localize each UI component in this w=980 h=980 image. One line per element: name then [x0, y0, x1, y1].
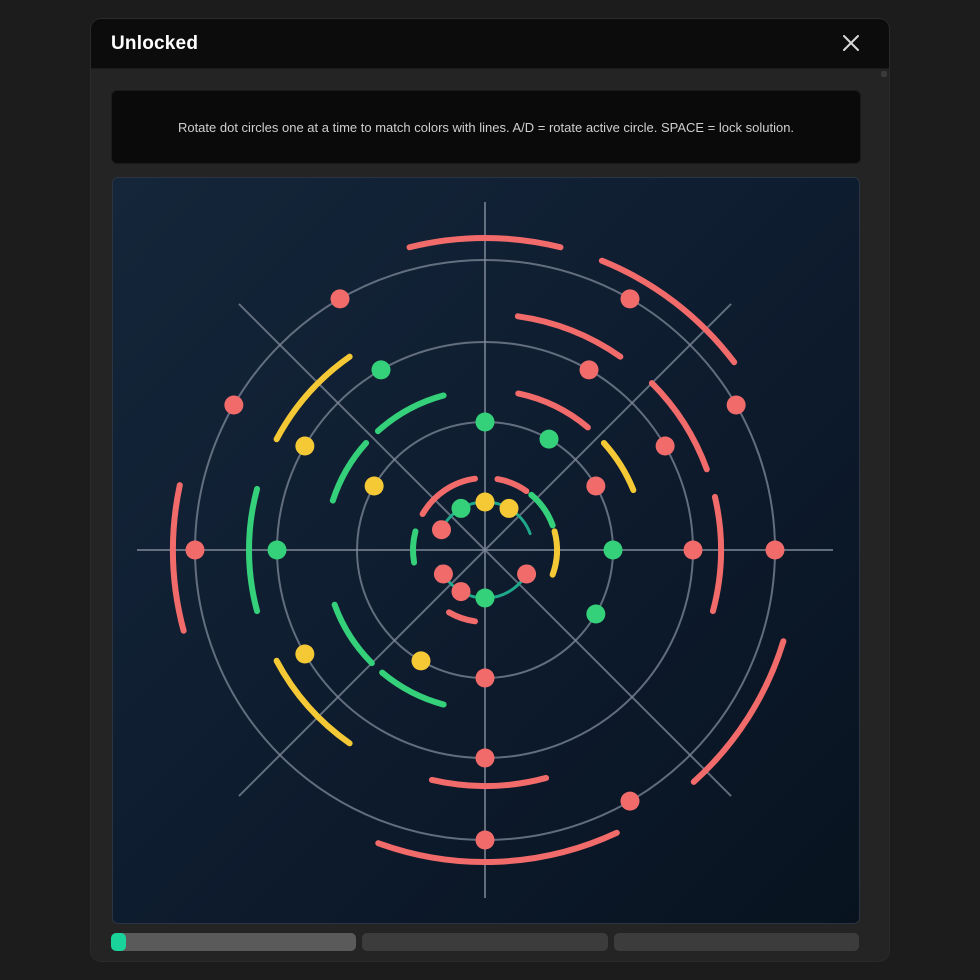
close-icon [843, 35, 859, 51]
progress-segment [111, 933, 357, 951]
color-line-arc [331, 601, 375, 667]
color-line-arc [515, 390, 591, 431]
color-line-arc [598, 257, 738, 366]
color-dot[interactable] [620, 791, 640, 811]
color-line-arc [709, 493, 724, 615]
puzzle-modal: Unlocked Rotate dot circles one at a tim… [91, 19, 889, 961]
color-line-arc [410, 528, 419, 566]
instructions-text: Rotate dot circles one at a time to matc… [177, 119, 795, 135]
color-dot[interactable] [364, 476, 384, 496]
puzzle-board[interactable] [112, 177, 860, 924]
color-dot[interactable] [475, 412, 495, 432]
color-dot[interactable] [295, 436, 315, 456]
color-dot[interactable] [475, 668, 495, 688]
color-dot[interactable] [451, 582, 471, 602]
color-line-arc [690, 638, 787, 785]
puzzle-canvas[interactable] [113, 178, 859, 923]
color-dot[interactable] [475, 588, 495, 608]
color-dot[interactable] [475, 830, 495, 850]
color-dot[interactable] [295, 644, 315, 664]
color-line-arc [273, 353, 353, 443]
color-line-arc [446, 609, 478, 625]
color-dot[interactable] [499, 498, 519, 518]
color-line-arc [273, 657, 353, 747]
progress-segment [613, 933, 859, 951]
color-line-arc [374, 392, 447, 435]
color-dot[interactable] [539, 429, 559, 449]
color-dot[interactable] [655, 436, 675, 456]
color-line-arc [375, 829, 620, 865]
color-line-arc [549, 528, 560, 578]
close-button[interactable] [841, 33, 861, 53]
color-line-arc [600, 439, 637, 494]
modal-header: Unlocked [91, 19, 889, 69]
color-line-arc [329, 439, 370, 504]
color-line-arc [494, 476, 530, 495]
progress-segment [362, 933, 608, 951]
color-dot[interactable] [579, 360, 599, 380]
color-dot[interactable] [431, 520, 451, 540]
color-dot[interactable] [620, 289, 640, 309]
color-line-arc [514, 313, 624, 360]
color-dot[interactable] [586, 476, 606, 496]
color-line-arc [428, 774, 550, 789]
progress-bar [111, 933, 859, 951]
color-dot[interactable] [475, 492, 495, 512]
color-dot[interactable] [765, 540, 785, 560]
color-dot[interactable] [185, 540, 205, 560]
color-dot[interactable] [451, 498, 471, 518]
color-dot[interactable] [371, 360, 391, 380]
color-line-arc [379, 669, 447, 708]
modal-title: Unlocked [111, 33, 199, 54]
color-dot[interactable] [683, 540, 703, 560]
color-dot[interactable] [475, 748, 495, 768]
color-dot[interactable] [330, 289, 350, 309]
color-dot[interactable] [433, 564, 453, 584]
color-dot[interactable] [517, 564, 537, 584]
color-line-arc [648, 380, 710, 473]
color-dot[interactable] [726, 395, 746, 415]
color-dot[interactable] [267, 540, 287, 560]
scrollbar-thumb[interactable] [881, 71, 887, 77]
progress-fill [111, 933, 126, 951]
color-line-arc [170, 482, 187, 634]
color-dot[interactable] [224, 395, 244, 415]
instructions-panel: Rotate dot circles one at a time to matc… [111, 90, 861, 164]
color-dot[interactable] [603, 540, 623, 560]
color-dot[interactable] [586, 604, 606, 624]
color-line-arc [528, 491, 556, 529]
color-dot[interactable] [411, 651, 431, 671]
